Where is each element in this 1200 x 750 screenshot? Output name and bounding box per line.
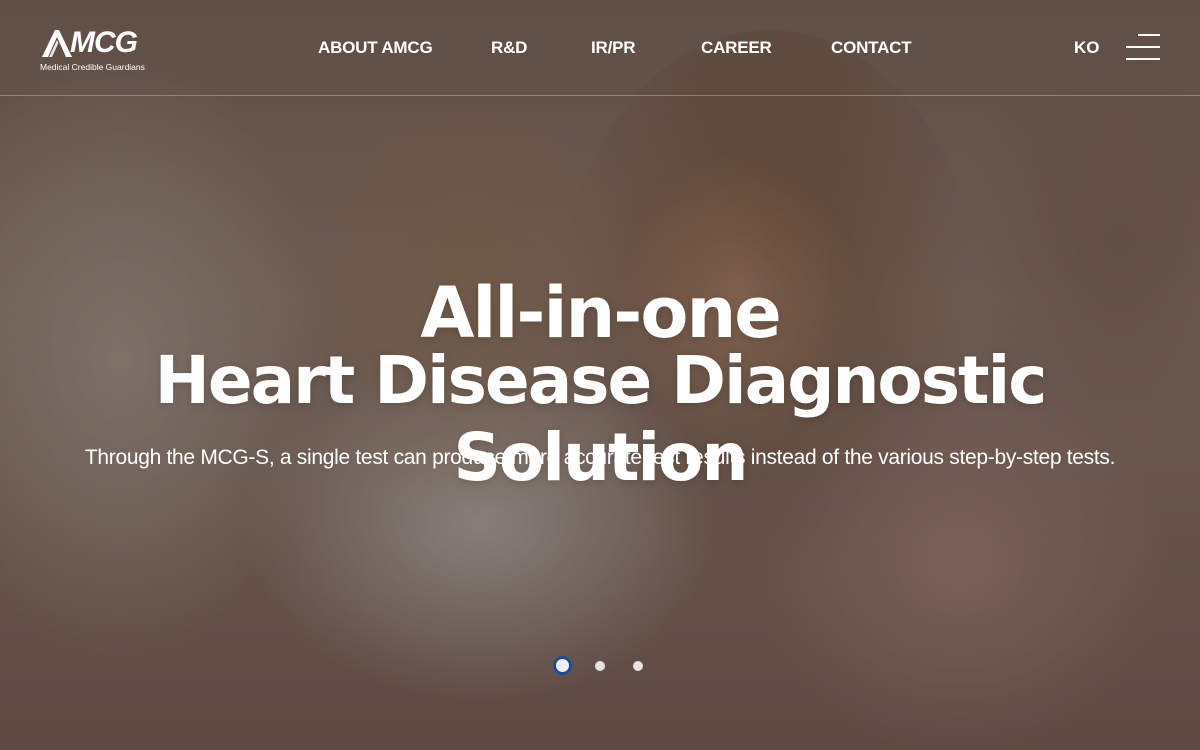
slide-dot-1-active[interactable]	[553, 656, 572, 675]
hero-subtitle: Through the MCG-S, a single test can pro…	[84, 446, 1116, 469]
nav-item-rnd[interactable]: R&D	[491, 38, 527, 58]
logo-wordmark: MCG	[70, 26, 138, 59]
logo-tagline: Medical Credible Guardians	[40, 62, 145, 72]
nav-item-about[interactable]: ABOUT AMCG	[318, 38, 433, 58]
a-shape-logo-icon	[42, 30, 72, 57]
nav-item-career[interactable]: CAREER	[701, 38, 772, 58]
hamburger-menu-icon[interactable]	[1124, 32, 1162, 64]
site-logo[interactable]: MCG Medical Credible Guardians	[40, 26, 160, 74]
slide-dot-3[interactable]	[633, 661, 643, 671]
site-header: MCG Medical Credible Guardians ABOUT AMC…	[0, 0, 1200, 96]
slide-dot-2[interactable]	[595, 661, 605, 671]
nav-item-ir-pr[interactable]: IR/PR	[591, 38, 636, 58]
nav-item-contact[interactable]: CONTACT	[831, 38, 912, 58]
hero-title-line-2: Heart Disease Diagnostic Solution	[154, 342, 1048, 496]
slider-pagination	[553, 656, 653, 676]
language-switch[interactable]: KO	[1074, 38, 1100, 58]
